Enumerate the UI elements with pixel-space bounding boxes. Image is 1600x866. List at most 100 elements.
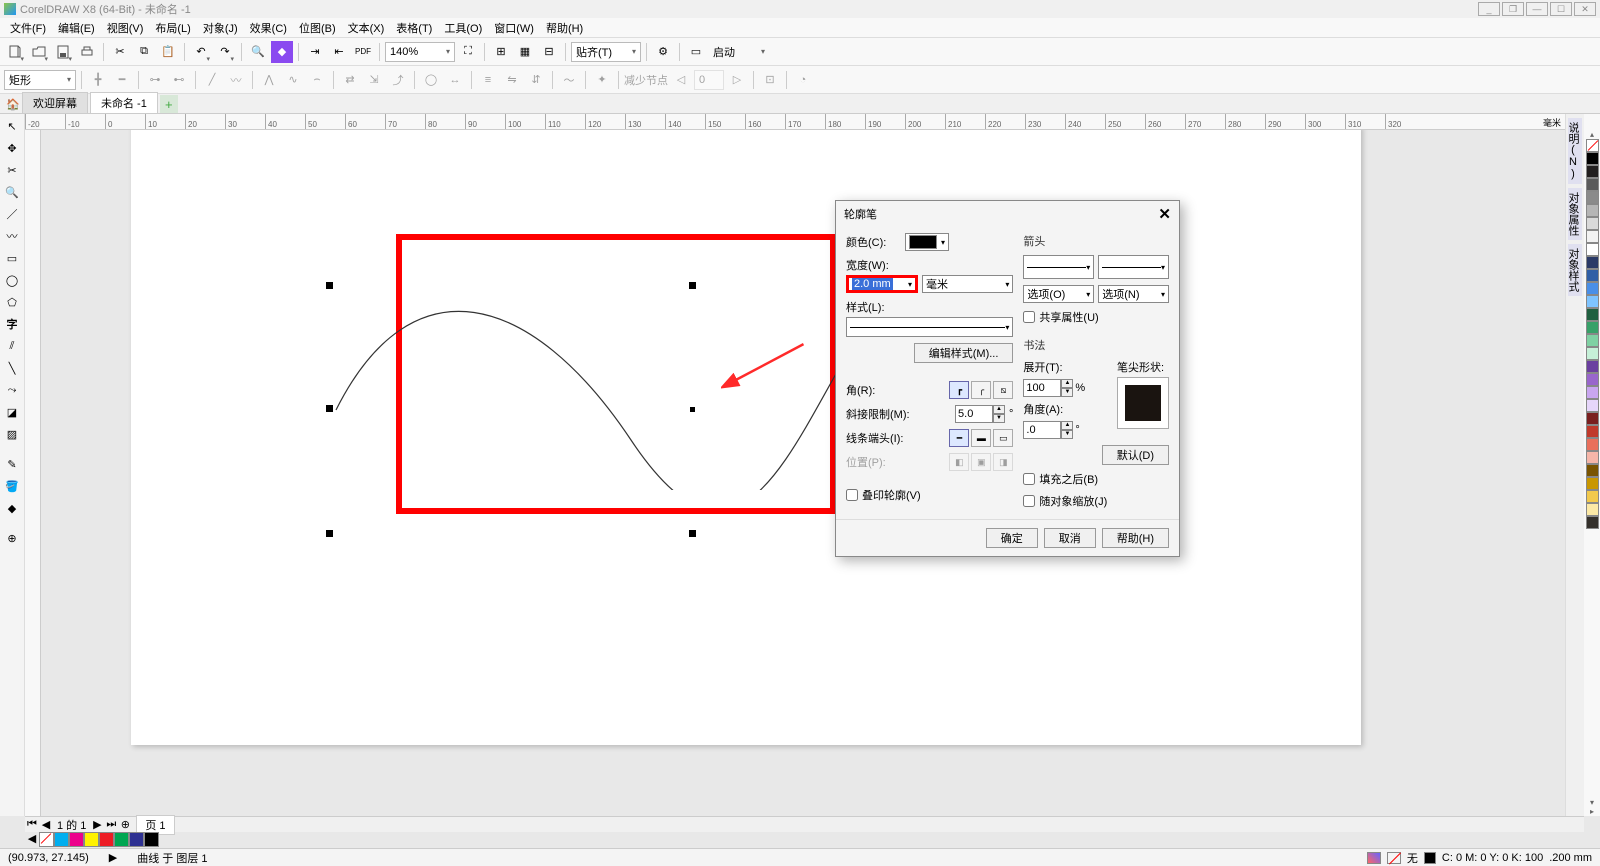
edit-style-button[interactable]: 编辑样式(M)...	[914, 343, 1014, 363]
tab-document[interactable]: 未命名 -1	[90, 92, 158, 113]
color-swatch[interactable]	[84, 832, 99, 847]
tab-welcome[interactable]: 欢迎屏幕	[22, 92, 88, 113]
color-swatch[interactable]	[1586, 360, 1599, 373]
pick-tool-icon[interactable]: ↖	[2, 116, 22, 136]
publish-button[interactable]: ⇤	[328, 41, 350, 63]
outline-width-combo[interactable]: 2.0 mm	[846, 275, 918, 293]
ellipse-tool-icon[interactable]: ◯	[2, 270, 22, 290]
outline-color-picker[interactable]	[905, 233, 949, 251]
stretch-spinner[interactable]: ▲▼	[1023, 379, 1073, 397]
paste-button[interactable]: 📋	[157, 41, 179, 63]
color-swatch[interactable]	[1586, 243, 1599, 256]
cap-round-button[interactable]: ▬	[971, 429, 991, 447]
selection-handle[interactable]	[689, 530, 696, 537]
close-button[interactable]: ✕	[1574, 2, 1596, 16]
transparency-tool-icon[interactable]: ▨	[2, 424, 22, 444]
menu-table[interactable]: 表格(T)	[390, 18, 438, 38]
color-swatch[interactable]	[1586, 178, 1599, 191]
add-page-button[interactable]: ⊕	[118, 818, 132, 831]
pdf-button[interactable]: PDF	[352, 41, 374, 63]
save-button[interactable]	[52, 41, 74, 63]
help-button[interactable]: 帮助(H)	[1102, 528, 1169, 548]
menu-effects[interactable]: 效果(C)	[244, 18, 293, 38]
color-swatch[interactable]	[1586, 230, 1599, 243]
palette-scroll-up-icon[interactable]: ▴	[1590, 130, 1594, 139]
zoom-tool-icon[interactable]: 🔍	[2, 182, 22, 202]
docker-obj-styles[interactable]: 对象样式	[1568, 244, 1582, 296]
arrow-start-combo[interactable]	[1023, 255, 1094, 279]
color-swatch[interactable]	[1586, 295, 1599, 308]
overprint-checkbox[interactable]: 叠印轮廓(V)	[846, 487, 1013, 503]
color-swatch[interactable]	[69, 832, 84, 847]
menu-view[interactable]: 视图(V)	[101, 18, 150, 38]
polygon-tool-icon[interactable]: ⬠	[2, 292, 22, 312]
palette-scroll-down-icon[interactable]: ▾	[1590, 798, 1594, 807]
eyedropper-tool-icon[interactable]: ✎	[2, 454, 22, 474]
rulers-button[interactable]: ⊞	[490, 41, 512, 63]
menu-layout[interactable]: 布局(L)	[149, 18, 196, 38]
selection-handle[interactable]	[326, 530, 333, 537]
color-swatch[interactable]	[1586, 217, 1599, 230]
undo-button[interactable]: ↶	[190, 41, 212, 63]
print-button[interactable]	[76, 41, 98, 63]
artistic-tool-icon[interactable]: 〰	[2, 226, 22, 246]
color-swatch[interactable]	[114, 832, 129, 847]
color-swatch[interactable]	[1586, 412, 1599, 425]
no-color-swatch[interactable]	[1586, 139, 1599, 152]
snap-combo[interactable]: 贴齐(T)	[571, 42, 641, 62]
line-tool-icon[interactable]: ╲	[2, 358, 22, 378]
color-swatch[interactable]	[1586, 399, 1599, 412]
connector-tool-icon[interactable]: ⤳	[2, 380, 22, 400]
menu-file[interactable]: 文件(F)	[4, 18, 52, 38]
text-tool-icon[interactable]: 字	[2, 314, 22, 334]
launch-combo[interactable]: 启动	[709, 42, 769, 62]
copy-button[interactable]: ⧉	[133, 41, 155, 63]
full-screen-button[interactable]: ⛶	[457, 41, 479, 63]
color-swatch[interactable]	[1586, 438, 1599, 451]
menu-edit[interactable]: 编辑(E)	[52, 18, 101, 38]
color-swatch[interactable]	[1586, 464, 1599, 477]
freehand-tool-icon[interactable]: ／	[2, 204, 22, 224]
preset-combo[interactable]: 矩形	[4, 70, 76, 90]
color-swatch[interactable]	[1586, 152, 1599, 165]
parallel-tool-icon[interactable]: ⫽	[2, 336, 22, 356]
outline-unit-combo[interactable]: 毫米	[922, 275, 1013, 293]
smartfill-tool-icon[interactable]: ◆	[2, 498, 22, 518]
angle-spinner[interactable]: ▲▼	[1023, 421, 1073, 439]
miter-limit-spinner[interactable]: ▲▼	[955, 405, 1005, 423]
search-button[interactable]: 🔍	[247, 41, 269, 63]
minimize-button[interactable]: —	[1526, 2, 1548, 16]
menu-object[interactable]: 对象(J)	[197, 18, 244, 38]
next-page-button[interactable]: ▶	[90, 818, 104, 831]
canvas[interactable]	[41, 130, 1565, 800]
open-button[interactable]	[28, 41, 50, 63]
shape-tool-icon[interactable]: ✥	[2, 138, 22, 158]
fill-indicator-icon[interactable]	[1367, 852, 1381, 864]
corner-bevel-button[interactable]: ⧅	[993, 381, 1013, 399]
arrow-end-combo[interactable]	[1098, 255, 1169, 279]
corner-miter-button[interactable]: ┏	[949, 381, 969, 399]
color-swatch[interactable]	[1586, 321, 1599, 334]
maximize-button[interactable]: ☐	[1550, 2, 1572, 16]
color-swatch[interactable]	[129, 832, 144, 847]
add-tab-button[interactable]: +	[160, 95, 178, 113]
color-swatch[interactable]	[1586, 347, 1599, 360]
color-swatch[interactable]	[1586, 490, 1599, 503]
prev-page-button[interactable]: ◀	[39, 818, 53, 831]
scale-with-checkbox[interactable]: 随对象缩放(J)	[1023, 493, 1169, 509]
color-swatch[interactable]	[99, 832, 114, 847]
cap-flat-button[interactable]: ━	[949, 429, 969, 447]
rectangle-tool-icon[interactable]: ▭	[2, 248, 22, 268]
color-swatch[interactable]	[1586, 269, 1599, 282]
color-swatch[interactable]	[1586, 204, 1599, 217]
color-swatch[interactable]	[1586, 373, 1599, 386]
cut-button[interactable]: ✂	[109, 41, 131, 63]
last-page-button[interactable]: ⏭	[104, 818, 118, 831]
fill-none-icon[interactable]	[1387, 852, 1401, 864]
corner-round-button[interactable]: ╭	[971, 381, 991, 399]
color-swatch[interactable]	[1586, 256, 1599, 269]
ok-button[interactable]: 确定	[986, 528, 1038, 548]
share-attrs-checkbox[interactable]: 共享属性(U)	[1023, 309, 1169, 325]
color-swatch[interactable]	[144, 832, 159, 847]
color-swatch[interactable]	[1586, 334, 1599, 347]
